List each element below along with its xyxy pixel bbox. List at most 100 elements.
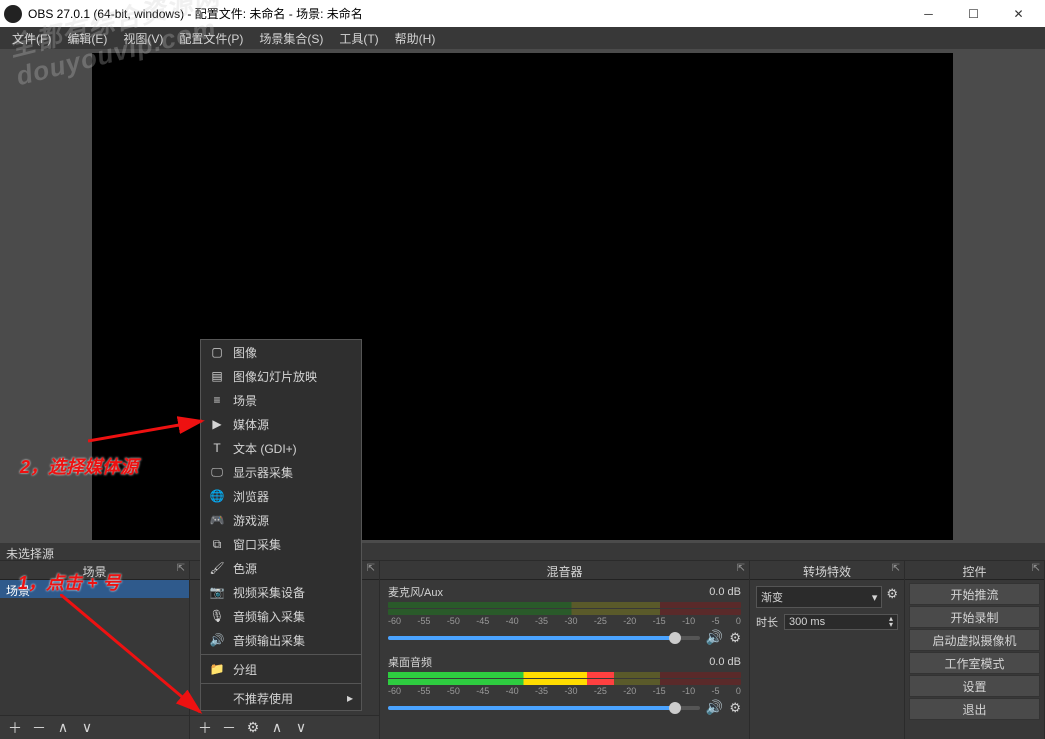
scene-up-button[interactable]: ∧ xyxy=(52,717,74,739)
source-type-icon: ⧉ xyxy=(209,537,225,552)
add-scene-button[interactable]: ＋ xyxy=(4,717,26,739)
control-button[interactable]: 启动虚拟摄像机 xyxy=(909,629,1040,651)
preview-area xyxy=(0,49,1045,543)
menu-scene-collection[interactable]: 场景集合(S) xyxy=(251,30,331,47)
status-bar: 未选择源 xyxy=(0,543,1045,561)
control-button[interactable]: 设置 xyxy=(909,675,1040,697)
popout-icon[interactable]: ⇱ xyxy=(737,563,745,574)
source-type-icon: 🔊 xyxy=(209,633,225,647)
ctx-item[interactable]: ≡ 场景 xyxy=(201,388,361,412)
duration-spinner[interactable]: 300 ms▴▾ xyxy=(784,614,898,630)
minimize-button[interactable]: ─ xyxy=(906,0,951,27)
source-type-icon: 🖵 xyxy=(209,465,225,480)
window-title: OBS 27.0.1 (64-bit, windows) - 配置文件: 未命名… xyxy=(28,5,906,22)
menu-tools[interactable]: 工具(T) xyxy=(331,30,386,47)
ctx-label: 音频输出采集 xyxy=(233,632,305,649)
popout-icon[interactable]: ⇱ xyxy=(892,563,900,574)
ctx-label: 浏览器 xyxy=(233,488,269,505)
popout-icon[interactable]: ⇱ xyxy=(177,563,185,574)
ctx-label: 图像幻灯片放映 xyxy=(233,368,317,385)
control-button[interactable]: 退出 xyxy=(909,698,1040,720)
scene-down-button[interactable]: ∨ xyxy=(76,717,98,739)
controls-panel: 控件⇱ 开始推流开始录制启动虚拟摄像机工作室模式设置退出 xyxy=(905,561,1045,739)
ctx-item[interactable]: 🖵 显示器采集 xyxy=(201,460,361,484)
ctx-item[interactable]: 🖌 色源 xyxy=(201,556,361,580)
duration-label: 时长 xyxy=(756,614,778,630)
transitions-panel: 转场特效⇱ 渐变▾ ⚙ 时长 300 ms▴▾ xyxy=(750,561,905,739)
ctx-item[interactable]: 📁 分组 xyxy=(201,657,361,681)
menu-file[interactable]: 文件(F) xyxy=(4,30,59,47)
controls-title: 控件⇱ xyxy=(905,561,1044,580)
menu-edit[interactable]: 编辑(E) xyxy=(59,30,115,47)
add-source-button[interactable]: ＋ xyxy=(194,717,216,739)
control-button[interactable]: 工作室模式 xyxy=(909,652,1040,674)
ctx-item[interactable]: T 文本 (GDI+) xyxy=(201,436,361,460)
ctx-item[interactable]: ▢ 图像 xyxy=(201,340,361,364)
mixer-panel: 混音器⇱ 麦克风/Aux0.0 dB-60-55-50-45-40-35-30-… xyxy=(380,561,750,739)
ctx-label: 分组 xyxy=(233,661,257,678)
remove-scene-button[interactable]: － xyxy=(28,717,50,739)
ctx-label: 媒体源 xyxy=(233,416,269,433)
menubar: 文件(F) 编辑(E) 视图(V) 配置文件(P) 场景集合(S) 工具(T) … xyxy=(0,27,1045,49)
add-source-context-menu: ▢ 图像 ▤ 图像幻灯片放映 ≡ 场景 ▶媒体源 T 文本 (GDI+) 🖵 显示器采集 🌐 浏览器 🎮游… xyxy=(200,339,362,711)
source-down-button[interactable]: ∨ xyxy=(290,717,312,739)
transition-select[interactable]: 渐变▾ xyxy=(756,586,882,608)
ctx-label: 窗口采集 xyxy=(233,536,281,553)
control-button[interactable]: 开始推流 xyxy=(909,583,1040,605)
popout-icon[interactable]: ⇱ xyxy=(1032,563,1040,574)
ctx-label: 音频输入采集 xyxy=(233,608,305,625)
source-type-icon: 🌐 xyxy=(209,489,225,503)
transitions-title: 转场特效⇱ xyxy=(750,561,904,580)
source-type-icon: 📷 xyxy=(209,585,225,599)
panels-row: 场景⇱ 场景 ＋ － ∧ ∨ 来源⇱ ＋ － ⚙ ∧ ∨ 混音器⇱ 麦克风/Au… xyxy=(0,561,1045,739)
ctx-label: 游戏源 xyxy=(233,512,269,529)
volume-slider[interactable] xyxy=(388,706,700,710)
menu-help[interactable]: 帮助(H) xyxy=(387,30,444,47)
ctx-label: 视频采集设备 xyxy=(233,584,305,601)
ctx-label: 显示器采集 xyxy=(233,464,293,481)
speaker-icon[interactable]: 🔊 xyxy=(706,629,723,646)
source-type-icon: 🖌 xyxy=(209,561,225,575)
channel-name: 桌面音频 xyxy=(388,654,432,670)
ctx-label: 文本 (GDI+) xyxy=(233,440,297,457)
close-button[interactable]: ✕ xyxy=(996,0,1041,27)
ctx-item[interactable]: ⧉ 窗口采集 xyxy=(201,532,361,556)
ctx-item[interactable]: ▶媒体源 xyxy=(201,412,361,436)
ctx-label: 场景 xyxy=(233,392,257,409)
volume-slider[interactable] xyxy=(388,636,700,640)
ctx-item[interactable]: 🔊 音频输出采集 xyxy=(201,628,361,652)
maximize-button[interactable]: ☐ xyxy=(951,0,996,27)
mixer-title: 混音器⇱ xyxy=(380,561,749,580)
annotation-2: 2，选择媒体源 xyxy=(20,453,138,479)
source-type-icon: ≡ xyxy=(209,393,225,407)
source-type-icon: ▢ xyxy=(209,345,225,359)
mixer-channel: 桌面音频0.0 dB-60-55-50-45-40-35-30-25-20-15… xyxy=(380,650,749,720)
control-button[interactable]: 开始录制 xyxy=(909,606,1040,628)
ctx-label: 图像 xyxy=(233,344,257,361)
channel-settings-button[interactable]: ⚙ xyxy=(729,700,741,716)
source-type-icon: 🎙 xyxy=(209,609,225,623)
menu-view[interactable]: 视图(V) xyxy=(115,30,171,47)
speaker-icon[interactable]: 🔊 xyxy=(706,699,723,716)
transition-props-button[interactable]: ⚙ xyxy=(886,586,898,608)
source-type-icon: ▤ xyxy=(209,369,225,383)
ctx-item[interactable]: 📷 视频采集设备 xyxy=(201,580,361,604)
channel-db: 0.0 dB xyxy=(709,586,741,598)
mixer-channel: 麦克风/Aux0.0 dB-60-55-50-45-40-35-30-25-20… xyxy=(380,580,749,650)
menu-profile[interactable]: 配置文件(P) xyxy=(171,30,251,47)
ctx-item[interactable]: 🎮游戏源 xyxy=(201,508,361,532)
ctx-label: 不推荐使用 xyxy=(233,690,293,707)
annotation-1: 1，点击 + 号 xyxy=(18,569,121,595)
ctx-label: 色源 xyxy=(233,560,257,577)
ctx-item[interactable]: ▤ 图像幻灯片放映 xyxy=(201,364,361,388)
source-type-icon: 📁 xyxy=(209,662,225,676)
channel-settings-button[interactable]: ⚙ xyxy=(729,630,741,646)
ctx-item[interactable]: 不推荐使用▸ xyxy=(201,686,361,710)
remove-source-button[interactable]: － xyxy=(218,717,240,739)
source-props-button[interactable]: ⚙ xyxy=(242,717,264,739)
ctx-item[interactable]: 🌐 浏览器 xyxy=(201,484,361,508)
ctx-item[interactable]: 🎙 音频输入采集 xyxy=(201,604,361,628)
source-up-button[interactable]: ∧ xyxy=(266,717,288,739)
source-type-icon: T xyxy=(209,441,225,455)
popout-icon[interactable]: ⇱ xyxy=(367,563,375,574)
